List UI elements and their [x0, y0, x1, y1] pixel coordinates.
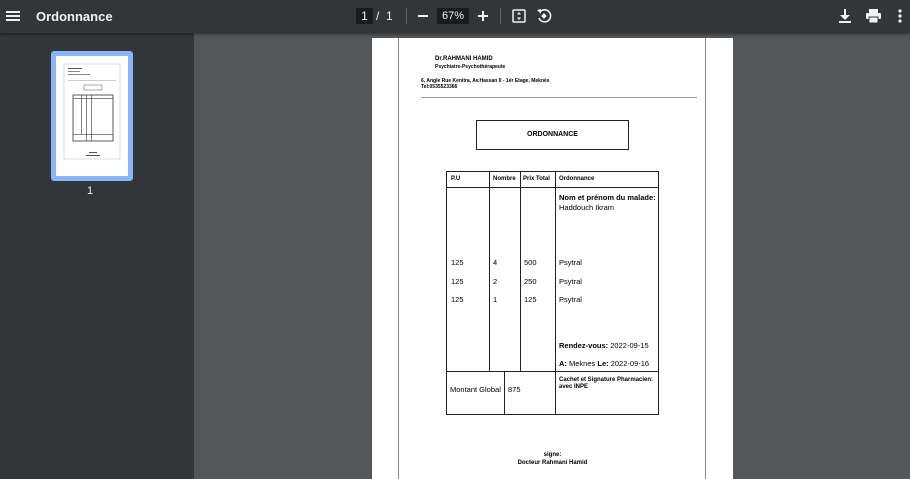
le-date: 2022-09-16: [610, 359, 650, 368]
table-footer-line: [446, 371, 659, 372]
a-city: Meknes: [569, 359, 596, 368]
patient-label: Nom et prénom du malade:: [559, 193, 656, 202]
row3-total: 125: [524, 295, 537, 304]
total-pages: 1: [386, 9, 393, 23]
page-count: / 1: [376, 9, 393, 23]
toolbar-divider: [406, 8, 407, 24]
current-page-input[interactable]: 1: [356, 8, 373, 24]
cachet-inpe: avec INPE: [559, 384, 589, 390]
rdv-label: Rendez-vous:: [559, 341, 609, 350]
print-icon[interactable]: [864, 8, 882, 24]
patient-name: Haddouch Ikram: [559, 203, 615, 212]
header-ordonnance: Ordonnance: [559, 176, 595, 182]
row1-pu: 125: [451, 258, 464, 267]
download-icon[interactable]: [837, 8, 853, 24]
header-divider: [421, 97, 697, 98]
pdf-toolbar: Ordonnance 1 / 1 67%: [0, 0, 910, 33]
doctor-phone: Tel:0535523366: [421, 84, 458, 90]
page-thumbnail[interactable]: [51, 51, 133, 181]
row1-total: 500: [524, 258, 537, 267]
row3-med: Psytral: [559, 295, 582, 304]
toolbar-divider: [500, 8, 501, 24]
rotate-icon[interactable]: [535, 7, 553, 25]
doctor-specialty: Psychiatre-Psychothérapeute: [435, 64, 506, 70]
row3-pu: 125: [451, 295, 464, 304]
table-header-line: [446, 187, 659, 188]
zoom-out-icon[interactable]: [415, 8, 431, 24]
row1-med: Psytral: [559, 258, 582, 267]
col-divider: [520, 171, 521, 371]
thumbnail-page-number: 1: [87, 185, 94, 197]
rdv-date: 2022-09-15: [610, 341, 649, 350]
zoom-level-input[interactable]: 67%: [437, 8, 469, 24]
col-divider: [504, 371, 505, 415]
rendez-vous: Rendez-vous: 2022-09-15: [559, 341, 649, 350]
fit-page-icon[interactable]: [511, 7, 527, 25]
header-prix-total: Prix Total: [523, 176, 550, 182]
montant-value: 875: [508, 385, 521, 394]
header-nombre: Nombre: [493, 176, 516, 182]
row1-nombre: 4: [493, 258, 498, 267]
le-label: Le:: [597, 359, 609, 368]
place-date: A: Meknes Le: 2022-09-16: [559, 359, 649, 368]
header-pu: P.U: [451, 176, 461, 182]
menu-icon[interactable]: [5, 8, 21, 24]
signature-label: signe:: [543, 452, 562, 458]
row2-med: Psytral: [559, 277, 582, 286]
cachet-label: Cachet et Signature Pharmacien:: [559, 377, 654, 383]
document-title: Ordonnance: [36, 9, 113, 24]
row2-nombre: 2: [493, 277, 498, 286]
doctor-name: Dr.RAHMANI HAMID: [435, 56, 493, 62]
more-icon[interactable]: [894, 8, 906, 24]
a-label: A:: [559, 359, 567, 368]
col-divider: [489, 171, 490, 371]
row2-pu: 125: [451, 277, 464, 286]
document-heading: ORDONNANCE: [527, 131, 578, 138]
col-divider: [555, 171, 556, 415]
row3-nombre: 1: [493, 295, 498, 304]
montant-label: Montant Global: [450, 385, 501, 394]
page-separator: /: [376, 9, 380, 23]
signer-name: Docteur Rahmani Hamid: [517, 460, 588, 466]
zoom-in-icon[interactable]: [475, 8, 491, 24]
thumbnail-preview: [56, 56, 128, 176]
row2-total: 250: [524, 277, 537, 286]
